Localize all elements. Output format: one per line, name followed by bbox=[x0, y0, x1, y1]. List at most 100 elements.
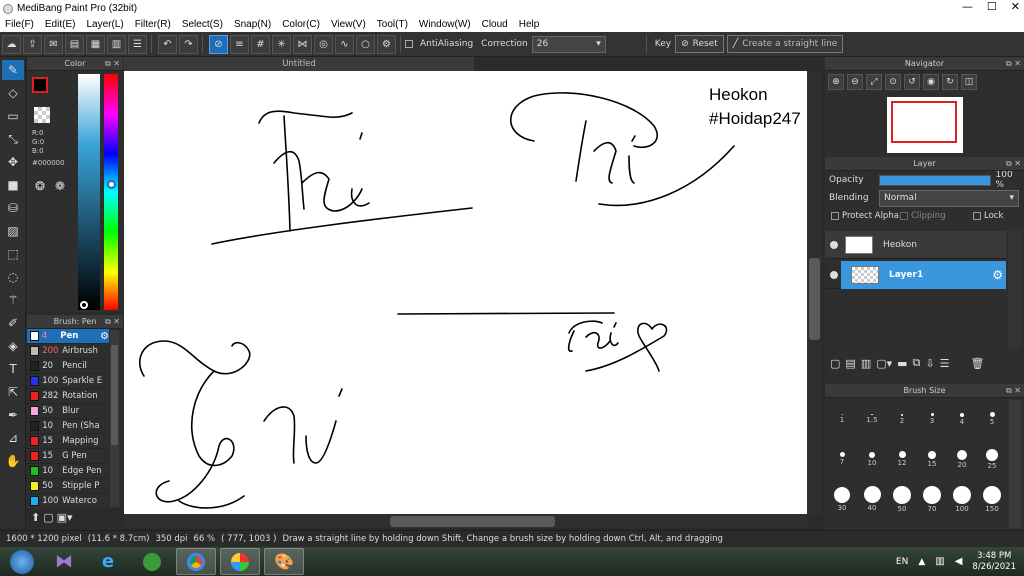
visibility-icon[interactable] bbox=[830, 240, 838, 249]
lock-checkbox[interactable] bbox=[973, 212, 981, 220]
text-tool-icon[interactable]: T bbox=[2, 359, 24, 379]
fit-icon[interactable]: ⤢ bbox=[866, 74, 882, 90]
hand-tool-icon[interactable]: ✋ bbox=[2, 451, 24, 471]
show-hidden-icons-icon[interactable]: ▲ bbox=[918, 557, 925, 567]
add-layer-menu-icon[interactable]: ▢▾ bbox=[876, 357, 892, 370]
rotate-left-icon[interactable]: ↺ bbox=[904, 74, 920, 90]
add-brush-icon[interactable]: ⬆ bbox=[31, 511, 40, 524]
radial-line-snap-icon[interactable]: ⋈ bbox=[293, 34, 312, 54]
brush-list-item[interactable]: 50 Blur bbox=[27, 404, 109, 419]
reset-button[interactable]: ⊘ Reset bbox=[675, 35, 724, 53]
brush-size-option[interactable]: 25 bbox=[977, 440, 1007, 478]
new-layer-icon[interactable]: ▢ bbox=[830, 357, 840, 370]
menu-snap[interactable]: Snap(N) bbox=[234, 19, 271, 30]
duplicate-layer-icon[interactable]: ⧉ bbox=[913, 356, 921, 370]
list-icon[interactable]: ☰ bbox=[128, 34, 147, 54]
document-tab[interactable]: Untitled bbox=[124, 57, 474, 71]
brush-tool-icon[interactable]: ✎ bbox=[2, 60, 24, 80]
delete-layer-icon[interactable]: 🗑 bbox=[971, 357, 985, 370]
panel-expand-close-icon[interactable]: ⧉ ✕ bbox=[1006, 386, 1021, 396]
close-button[interactable]: ✕ bbox=[1011, 0, 1020, 13]
brush-size-option[interactable]: 70 bbox=[917, 480, 947, 518]
brush-size-option[interactable]: 40 bbox=[857, 480, 887, 518]
menu-layer[interactable]: Layer(L) bbox=[86, 19, 123, 30]
snap-off-icon[interactable]: ⊘ bbox=[209, 34, 228, 54]
comment-icon[interactable]: ✉ bbox=[44, 34, 63, 54]
panel-expand-close-icon[interactable]: ⧉ ✕ bbox=[1006, 59, 1021, 69]
brush-size-option[interactable]: 1.5 bbox=[857, 400, 887, 438]
bucket-tool-icon[interactable]: ⛁ bbox=[2, 198, 24, 218]
panel-expand-close-icon[interactable]: ⧉ ✕ bbox=[105, 317, 120, 327]
brush-settings-icon[interactable]: ⚙ bbox=[100, 331, 109, 342]
document-icon[interactable]: ▤ bbox=[65, 34, 84, 54]
saturation-value-field[interactable] bbox=[78, 74, 100, 310]
brush-size-option[interactable]: 50 bbox=[887, 480, 917, 518]
minimize-button[interactable]: — bbox=[962, 0, 973, 13]
brush-list-item[interactable]: 20 Pencil bbox=[27, 359, 109, 374]
taskbar-visual-studio-icon[interactable]: ⧓ bbox=[44, 548, 84, 575]
fill-rect-tool-icon[interactable]: ■ bbox=[2, 175, 24, 195]
value-slider-handle[interactable] bbox=[80, 301, 88, 309]
palette-icon[interactable]: ❂ bbox=[35, 179, 45, 193]
panel-expand-close-icon[interactable]: ⧉ ✕ bbox=[105, 59, 120, 69]
parallel-snap-icon[interactable]: ≡ bbox=[230, 34, 249, 54]
vertical-scroll-thumb[interactable] bbox=[809, 258, 820, 340]
brush-size-option[interactable]: 2 bbox=[887, 400, 917, 438]
layer-list-scrollbar[interactable] bbox=[1008, 229, 1022, 349]
lasso-tool-icon[interactable]: ◌ bbox=[2, 267, 24, 287]
brush-list-item[interactable]: 50 Stipple P bbox=[27, 479, 109, 494]
redo-icon[interactable]: ↷ bbox=[179, 34, 198, 54]
undo-icon[interactable]: ↶ bbox=[158, 34, 177, 54]
navigator-preview[interactable] bbox=[887, 97, 963, 153]
brush-list-item[interactable]: 200 Airbrush bbox=[27, 344, 109, 359]
layer-row[interactable]: Heokon bbox=[825, 231, 1006, 259]
layer-row[interactable]: Layer1 ⚙ bbox=[825, 261, 1006, 289]
concentric-snap-icon[interactable]: ◎ bbox=[314, 34, 333, 54]
menu-select[interactable]: Select(S) bbox=[182, 19, 223, 30]
volume-icon[interactable]: ◀ bbox=[955, 556, 963, 567]
hue-slider-handle[interactable] bbox=[107, 180, 116, 189]
brush-list-item[interactable]: 15 G Pen bbox=[27, 449, 109, 464]
opacity-slider[interactable] bbox=[878, 174, 991, 186]
zoom-in-icon[interactable]: ⊕ bbox=[828, 74, 844, 90]
brush-size-option[interactable]: 30 bbox=[827, 480, 857, 518]
brush-size-option[interactable]: 1 bbox=[827, 400, 857, 438]
layer-settings-icon[interactable]: ⚙ bbox=[992, 268, 1003, 282]
taskbar-paint-icon[interactable]: 🎨 bbox=[264, 548, 304, 575]
primary-color-swatch[interactable] bbox=[32, 77, 48, 93]
language-indicator[interactable]: EN bbox=[896, 557, 908, 567]
grid-snap-icon[interactable]: # bbox=[251, 34, 270, 54]
radial-snap-icon[interactable]: ✳ bbox=[272, 34, 291, 54]
brush-size-option[interactable]: 12 bbox=[887, 440, 917, 478]
menu-window[interactable]: Window(W) bbox=[419, 19, 471, 30]
clipping-checkbox[interactable] bbox=[900, 212, 908, 220]
menu-help[interactable]: Help bbox=[519, 19, 540, 30]
maximize-button[interactable]: ☐ bbox=[987, 0, 997, 13]
start-button[interactable] bbox=[4, 548, 40, 575]
new-8bit-layer-icon[interactable]: ▥ bbox=[861, 357, 871, 370]
select-tool-icon[interactable]: ⬚ bbox=[2, 244, 24, 264]
network-icon[interactable]: ▥ bbox=[935, 556, 944, 567]
correction-select[interactable]: 26 ▾ bbox=[531, 35, 606, 53]
rotate-right-icon[interactable]: ↻ bbox=[942, 74, 958, 90]
layer-menu-icon[interactable]: ☰ bbox=[940, 357, 950, 370]
circle-snap-icon[interactable]: ○ bbox=[356, 34, 375, 54]
pages-icon[interactable]: ▥ bbox=[107, 34, 126, 54]
brush-list-item[interactable]: 10 Edge Pen bbox=[27, 464, 109, 479]
zoom-reset-icon[interactable]: ⊙ bbox=[885, 74, 901, 90]
divide-tool-icon[interactable]: ⊿ bbox=[2, 428, 24, 448]
brush-size-option[interactable]: 10 bbox=[857, 440, 887, 478]
select-pen-tool-icon[interactable]: ✐ bbox=[2, 313, 24, 333]
share-icon[interactable]: ⇪ bbox=[23, 34, 42, 54]
transparent-color-swatch[interactable] bbox=[34, 107, 50, 123]
brush-list-item[interactable]: 10 Pen (Sha bbox=[27, 419, 109, 434]
antialiasing-checkbox[interactable] bbox=[405, 40, 413, 48]
brush-size-option[interactable]: 100 bbox=[947, 480, 977, 518]
new-halftone-layer-icon[interactable]: ▤ bbox=[845, 357, 855, 370]
menu-tool[interactable]: Tool(T) bbox=[377, 19, 408, 30]
clock[interactable]: 3:48 PM 8/26/2021 bbox=[972, 551, 1016, 573]
brush-list-item[interactable]: 100 Waterco bbox=[27, 494, 109, 509]
page-icon[interactable]: ▦ bbox=[86, 34, 105, 54]
brush-size-option[interactable]: 3 bbox=[917, 400, 947, 438]
shape-tool-icon[interactable]: ▭ bbox=[2, 106, 24, 126]
